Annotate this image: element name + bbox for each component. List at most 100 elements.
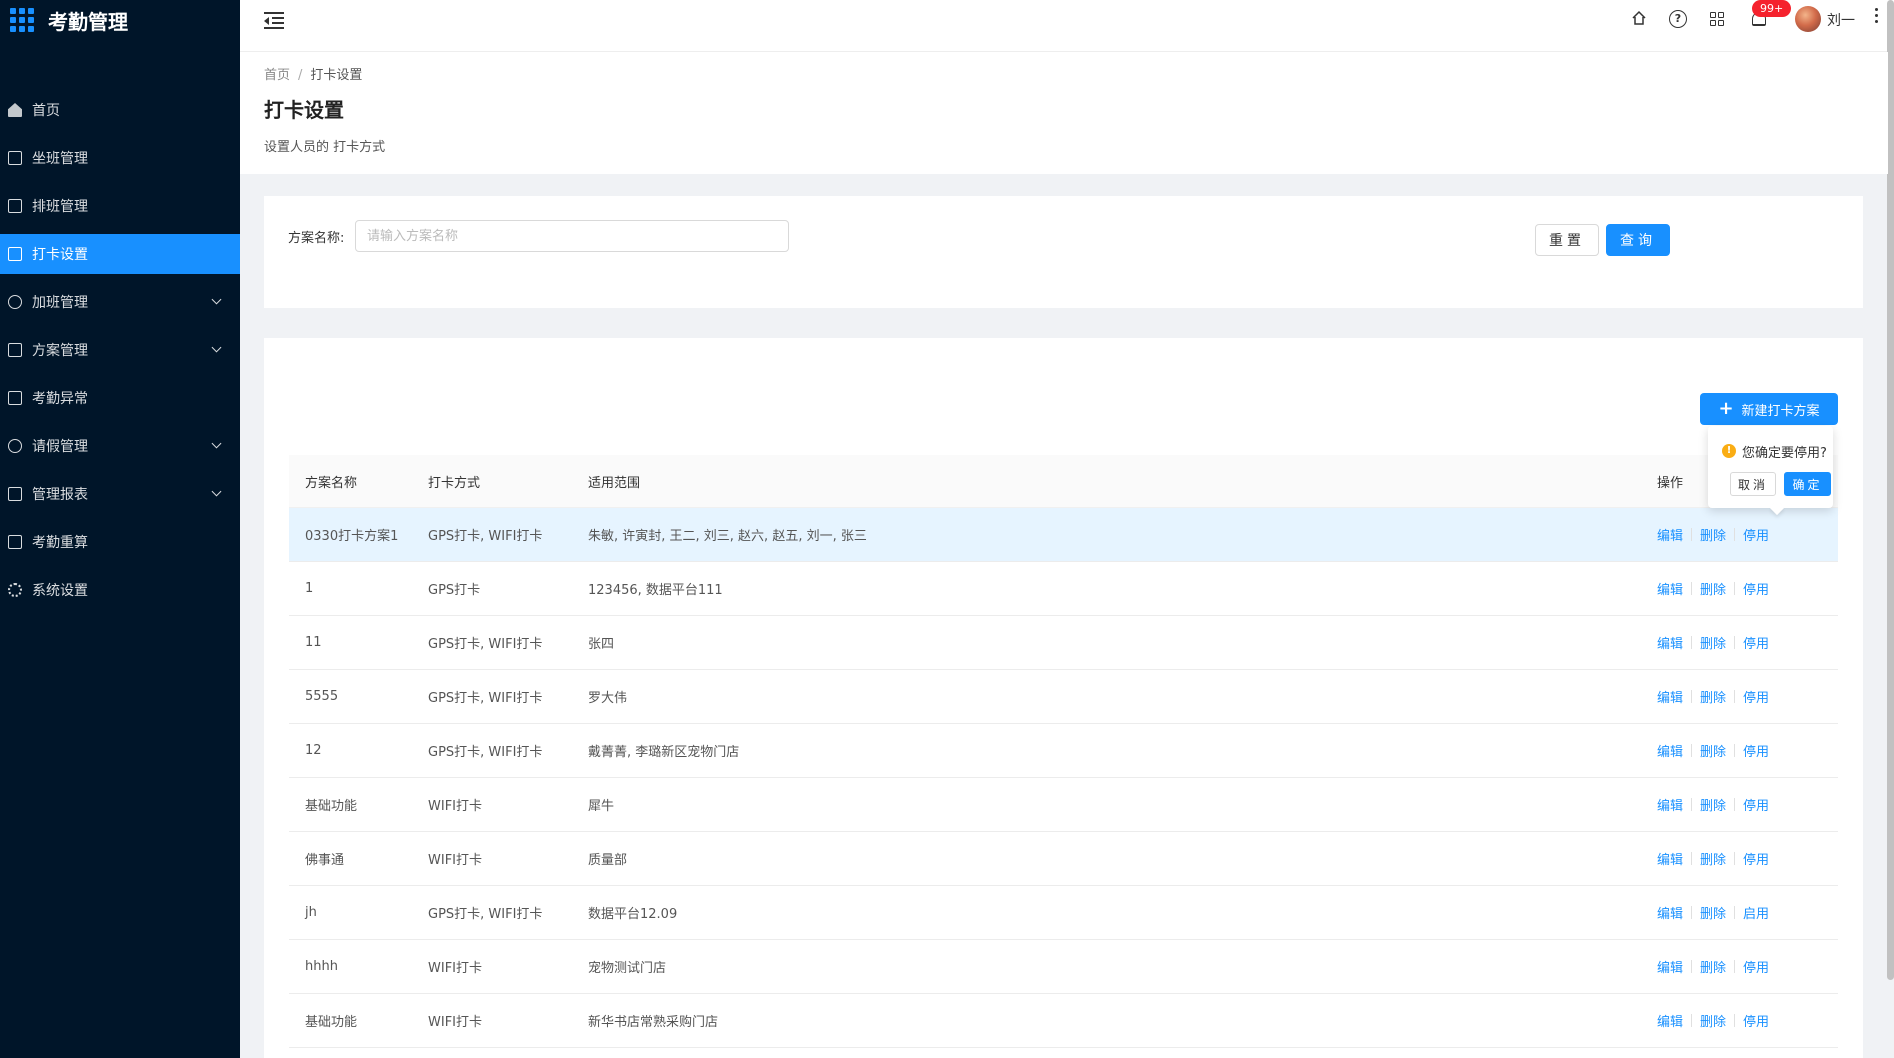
table-row: 5555 GPS打卡, WIFI打卡 罗大伟 编辑 删除 停用: [289, 670, 1838, 724]
delete-link[interactable]: 删除: [1700, 525, 1726, 544]
sidebar-item[interactable]: 打卡设置: [0, 234, 240, 274]
sidebar-item[interactable]: 首页: [0, 90, 240, 130]
sidebar-item-label: 坐班管理: [32, 151, 88, 167]
scope: 犀牛: [588, 799, 615, 814]
table-row: 1 GPS打卡 123456, 数据平台111 编辑 删除 停用: [289, 562, 1838, 616]
toggle-status-link[interactable]: 停用: [1743, 687, 1769, 706]
delete-link[interactable]: 删除: [1700, 687, 1726, 706]
disable-popconfirm: ! 您确定要停用? 取消 确定: [1708, 426, 1833, 508]
edit-link[interactable]: 编辑: [1657, 903, 1683, 922]
edit-link[interactable]: 编辑: [1657, 633, 1683, 652]
row-actions: 编辑 删除 停用: [1657, 633, 1838, 652]
sidebar-item[interactable]: 加班管理: [0, 282, 240, 322]
sidebar-item-label: 请假管理: [32, 439, 88, 455]
toggle-status-link[interactable]: 停用: [1743, 849, 1769, 868]
edit-link[interactable]: 编辑: [1657, 579, 1683, 598]
table-row: 基础功能 WIFI打卡 新华书店常熟采购门店 编辑 删除 停用: [289, 994, 1838, 1048]
chevron-down-icon: [211, 438, 222, 449]
new-button-label: 新建打卡方案: [1741, 403, 1820, 419]
scope: 宠物测试门店: [588, 961, 667, 976]
toggle-status-link[interactable]: 停用: [1743, 633, 1769, 652]
scope: 张四: [588, 637, 615, 652]
delete-link[interactable]: 删除: [1700, 579, 1726, 598]
edit-link[interactable]: 编辑: [1657, 957, 1683, 976]
sidebar-item[interactable]: 请假管理: [0, 426, 240, 466]
sidebar-item-label: 排班管理: [32, 199, 88, 215]
edit-link[interactable]: 编辑: [1657, 1011, 1683, 1030]
scope: 戴菁菁, 李璐新区宠物门店: [588, 745, 740, 760]
sidebar-item[interactable]: 考勤重算: [0, 522, 240, 562]
menu-fold-icon[interactable]: [264, 11, 284, 29]
home-icon[interactable]: [1631, 10, 1649, 28]
punch-method: GPS打卡, WIFI打卡: [428, 529, 543, 544]
action-divider: [1734, 528, 1736, 541]
schedule-icon: [8, 199, 22, 213]
reset-button[interactable]: 重置: [1535, 224, 1599, 256]
toggle-status-link[interactable]: 停用: [1743, 1011, 1769, 1030]
scope: 新华书店常熟采购门店: [588, 1015, 719, 1030]
row-actions: 编辑 删除 启用: [1657, 903, 1838, 922]
query-button[interactable]: 查询: [1606, 224, 1670, 256]
action-divider: [1734, 906, 1736, 919]
delete-link[interactable]: 删除: [1700, 1011, 1726, 1030]
breadcrumb-home[interactable]: 首页: [264, 68, 290, 83]
table-row: hhhh WIFI打卡 宠物测试门店 编辑 删除 停用: [289, 940, 1838, 994]
edit-link[interactable]: 编辑: [1657, 849, 1683, 868]
scrollbar[interactable]: [1887, 0, 1894, 980]
delete-link[interactable]: 删除: [1700, 849, 1726, 868]
clock-icon: [8, 295, 22, 309]
delete-link[interactable]: 删除: [1700, 957, 1726, 976]
gear-icon: [8, 583, 22, 597]
punch-method: GPS打卡, WIFI打卡: [428, 691, 543, 706]
search-input[interactable]: [355, 220, 789, 252]
help-icon[interactable]: ?: [1669, 10, 1687, 28]
delete-link[interactable]: 删除: [1700, 903, 1726, 922]
new-punch-plan-button[interactable]: + 新建打卡方案: [1700, 393, 1838, 425]
action-divider: [1734, 960, 1736, 973]
delete-link[interactable]: 删除: [1700, 741, 1726, 760]
chevron-down-icon: [211, 342, 222, 353]
toggle-status-link[interactable]: 启用: [1743, 903, 1769, 922]
exclamation-circle-icon: !: [1722, 444, 1736, 458]
edit-link[interactable]: 编辑: [1657, 741, 1683, 760]
sidebar-item[interactable]: 考勤异常: [0, 378, 240, 418]
sidebar-item[interactable]: 管理报表: [0, 474, 240, 514]
sidebar-item[interactable]: 排班管理: [0, 186, 240, 226]
breadcrumb-separator: /: [298, 68, 303, 83]
edit-link[interactable]: 编辑: [1657, 687, 1683, 706]
punch-method: WIFI打卡: [428, 961, 482, 976]
action-divider: [1734, 798, 1736, 811]
edit-link[interactable]: 编辑: [1657, 525, 1683, 544]
delete-link[interactable]: 删除: [1700, 633, 1726, 652]
column-header: 打卡方式: [428, 475, 481, 491]
cancel-button[interactable]: 取消: [1730, 472, 1776, 496]
app-title: 考勤管理: [48, 9, 128, 34]
more-vertical-icon[interactable]: [1875, 8, 1881, 26]
action-divider: [1691, 798, 1693, 811]
page-description: 设置人员的 打卡方式: [264, 140, 386, 155]
toggle-status-link[interactable]: 停用: [1743, 741, 1769, 760]
sidebar-item-label: 打卡设置: [32, 247, 88, 263]
toggle-status-link[interactable]: 停用: [1743, 957, 1769, 976]
apps-icon[interactable]: [1708, 10, 1726, 28]
edit-link[interactable]: 编辑: [1657, 795, 1683, 814]
table-row: 12 GPS打卡, WIFI打卡 戴菁菁, 李璐新区宠物门店 编辑 删除 停用: [289, 724, 1838, 778]
sidebar-item[interactable]: 方案管理: [0, 330, 240, 370]
punch-method: GPS打卡, WIFI打卡: [428, 637, 543, 652]
sidebar-item-label: 考勤重算: [32, 535, 88, 551]
confirm-button[interactable]: 确定: [1784, 472, 1831, 496]
table-row: 11 GPS打卡, WIFI打卡 张四 编辑 删除 停用: [289, 616, 1838, 670]
delete-link[interactable]: 删除: [1700, 795, 1726, 814]
action-divider: [1691, 690, 1693, 703]
punch-method: GPS打卡: [428, 583, 481, 598]
avatar[interactable]: [1795, 6, 1821, 32]
action-divider: [1691, 636, 1693, 649]
toggle-status-link[interactable]: 停用: [1743, 795, 1769, 814]
sidebar-item[interactable]: 坐班管理: [0, 138, 240, 178]
sidebar-item-label: 加班管理: [32, 295, 88, 311]
sidebar-item[interactable]: 系统设置: [0, 570, 240, 610]
username[interactable]: 刘一: [1827, 10, 1855, 30]
toggle-status-link[interactable]: 停用: [1743, 525, 1769, 544]
page-header: 首页 / 打卡设置 打卡设置 设置人员的 打卡方式: [240, 52, 1888, 174]
toggle-status-link[interactable]: 停用: [1743, 579, 1769, 598]
